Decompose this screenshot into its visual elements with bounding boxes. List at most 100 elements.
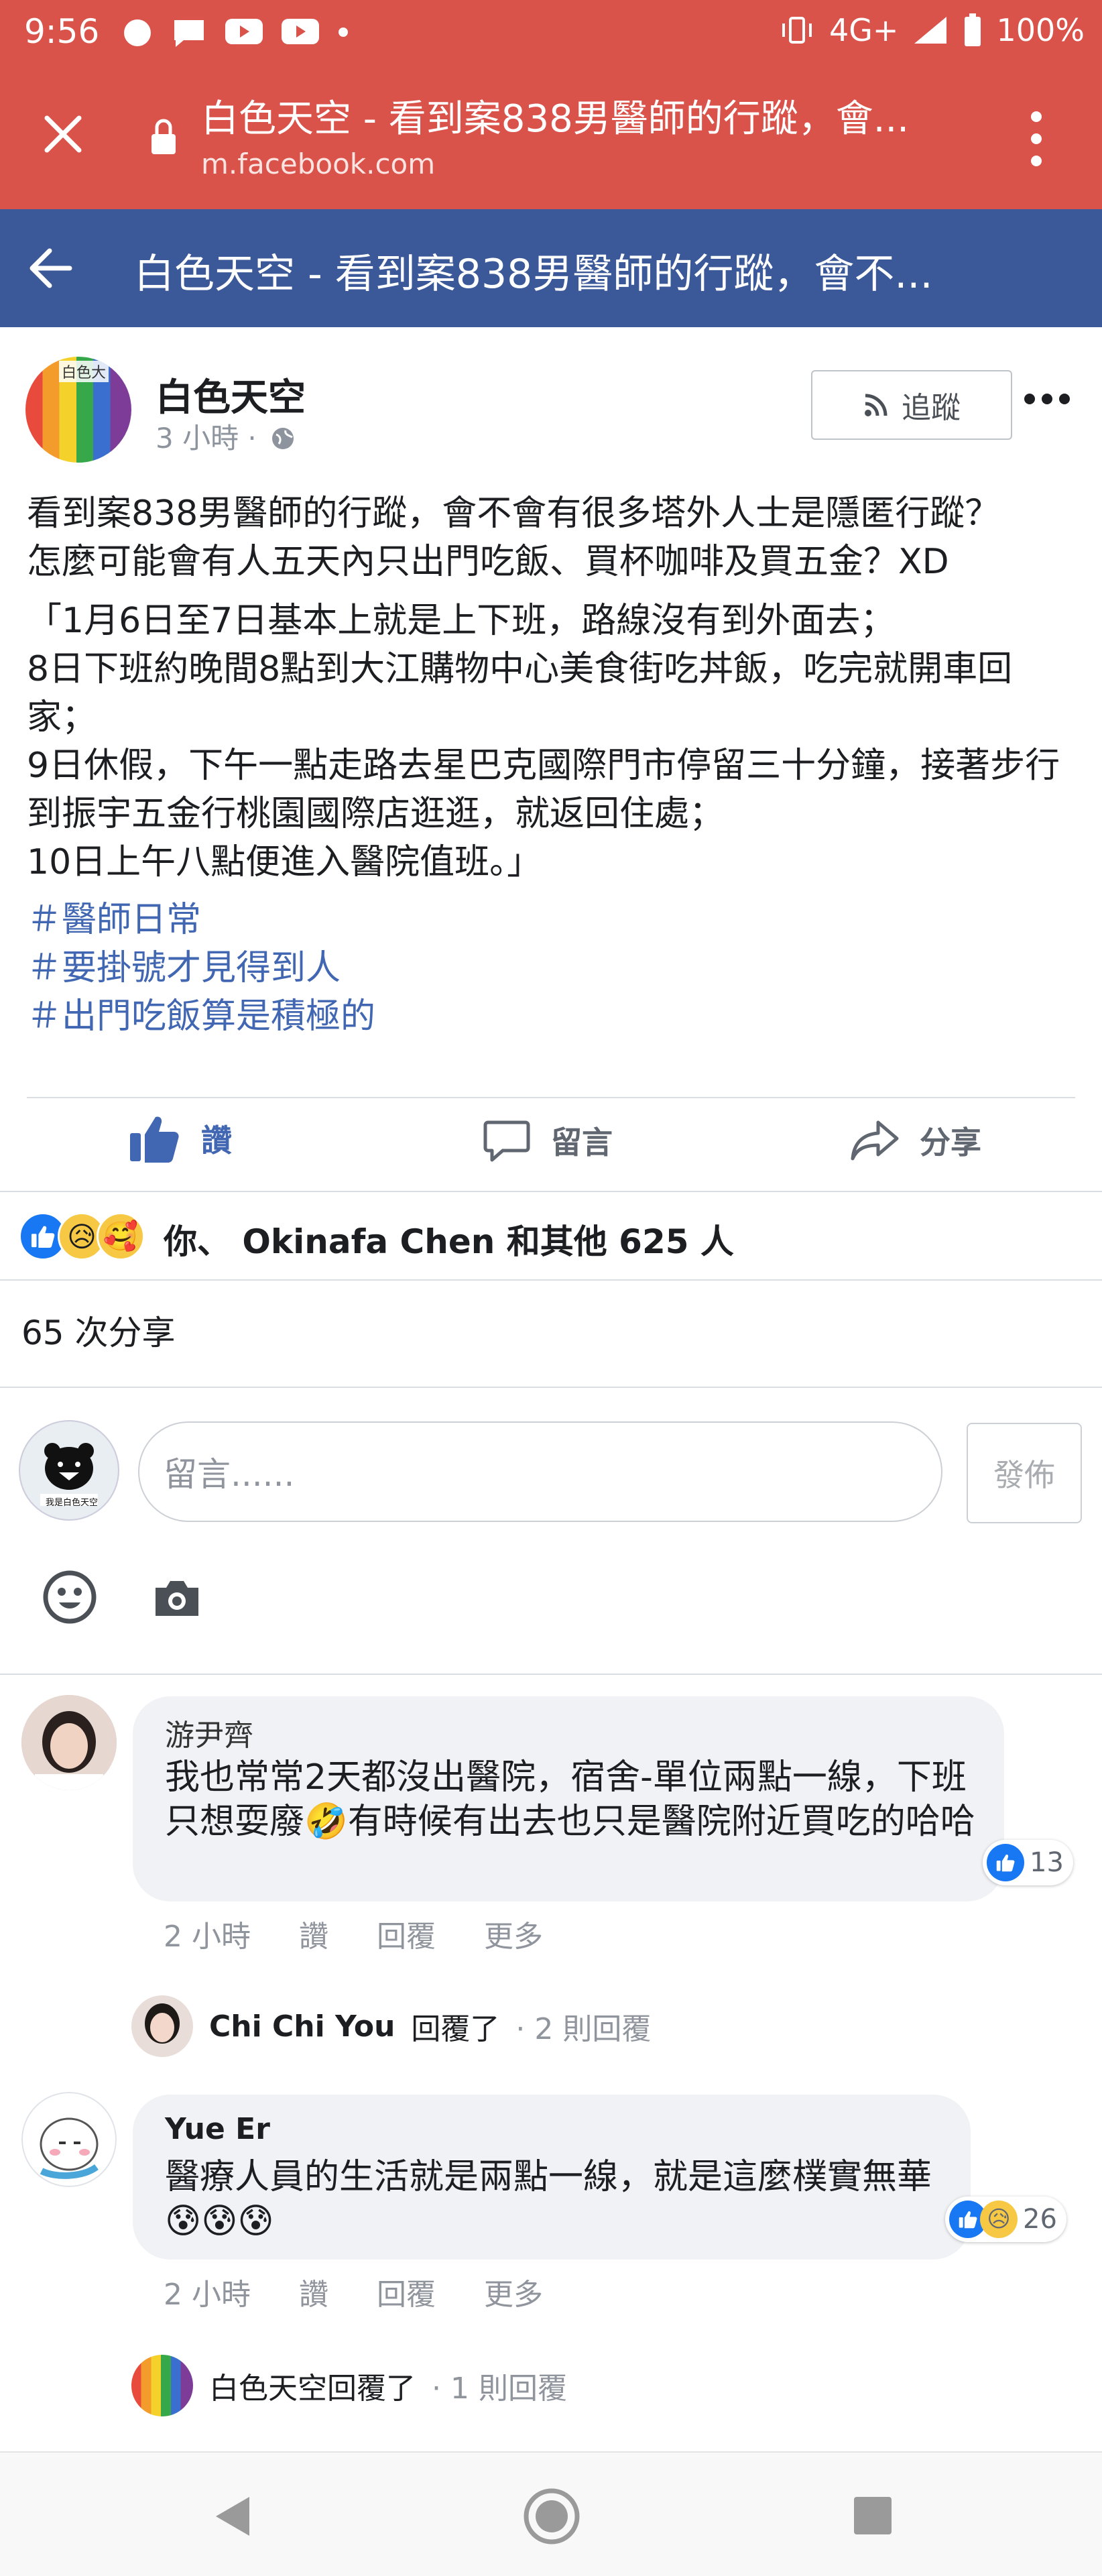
status-right: 4G+ 100% bbox=[778, 12, 1085, 48]
view-replies-row[interactable]: 白色天空回覆了 · 1 則回覆 bbox=[131, 2355, 567, 2416]
like-reaction-icon bbox=[987, 1844, 1024, 1881]
post-author-name[interactable]: 白色天空 bbox=[156, 367, 306, 422]
my-avatar-caption: 我是白色天空 bbox=[46, 1498, 99, 1508]
comment-icon bbox=[483, 1120, 530, 1162]
share-count[interactable]: 65 次分享 bbox=[21, 1306, 176, 1354]
divider bbox=[0, 1279, 1102, 1281]
browser-page-title: 白色天空 - 看到案838男醫師的行蹤，會... bbox=[201, 97, 910, 141]
browser-url[interactable]: m.facebook.com bbox=[201, 148, 435, 180]
person-photo-icon bbox=[21, 1695, 117, 1790]
share-arrow-icon bbox=[851, 1120, 899, 1161]
emoji-icon[interactable] bbox=[42, 1569, 98, 1625]
comment-reaction-count[interactable]: 13 bbox=[983, 1840, 1073, 1885]
post-quote: 「1月6日至7日基本上就是上下班，路線沒有到外面去； 8日下班約晚間8點到大江購… bbox=[27, 597, 1079, 886]
fb-header-title: 白色天空 - 看到案838男醫師的行蹤，會不... bbox=[134, 251, 933, 298]
comment-input[interactable]: 留言...... bbox=[138, 1421, 942, 1522]
share-label: 分享 bbox=[920, 1124, 981, 1161]
hashtag-list: ＃醫師日常 ＃要掛號才見得到人 ＃出門吃飯算是積極的 bbox=[27, 896, 1079, 1041]
network-type: 4G+ bbox=[829, 12, 899, 48]
reaction-count-value: 13 bbox=[1030, 1847, 1064, 1878]
camera-icon[interactable] bbox=[151, 1578, 202, 1619]
lock-icon bbox=[151, 119, 176, 154]
post-more-icon[interactable] bbox=[1023, 389, 1071, 409]
sad-reaction-icon: 😥 bbox=[980, 2201, 1018, 2238]
comment-bubble: 游尹齊 我也常常2天都沒出醫院，宿舍-單位兩點一線，下班只想耍廢🤣有時候有出去也… bbox=[133, 1696, 1004, 1901]
commenter-name[interactable]: 游尹齊 bbox=[165, 1711, 253, 1754]
cartoon-avatar-icon bbox=[21, 2092, 117, 2187]
browser-toolbar: 白色天空 - 看到案838男醫師的行蹤，會... m.facebook.com bbox=[0, 64, 1102, 209]
reply-author-name: Chi Chi You bbox=[209, 2009, 395, 2044]
post-author-avatar[interactable]: 白色大 bbox=[25, 357, 131, 463]
commenter-name[interactable]: Yue Er bbox=[165, 2112, 270, 2146]
follow-label: 追蹤 bbox=[902, 391, 961, 425]
comment-bubble: Yue Er 醫療人員的生活就是兩點一線，就是這麼樸實無華😰😰😰 bbox=[133, 2095, 971, 2260]
reaction-summary[interactable]: 你、 Okinafa Chen 和其他 625 人 bbox=[164, 1215, 734, 1263]
rss-icon bbox=[865, 394, 887, 416]
comment-text: 醫療人員的生活就是兩點一線，就是這麼樸實無華😰😰😰 bbox=[165, 2157, 932, 2241]
reply-count: · 2 則回覆 bbox=[515, 2012, 652, 2046]
browser-menu-icon[interactable] bbox=[1030, 109, 1043, 169]
post-text-line: 怎麼可能會有人五天內只出門吃飯、買杯咖啡及買五金？XD bbox=[27, 542, 949, 582]
reply-author-name: 白色天空回覆了 bbox=[209, 2372, 416, 2406]
care-reaction-icon: 🥰 bbox=[97, 1212, 145, 1261]
comment-meta: 2 小時 讚 回覆 更多 bbox=[164, 2270, 543, 2313]
comment-like-link[interactable]: 讚 bbox=[299, 2270, 328, 2313]
comment-button[interactable]: 留言 bbox=[483, 1118, 613, 1163]
reply-action: 回覆了 bbox=[411, 2012, 500, 2046]
notification-icons bbox=[121, 16, 350, 50]
comment-more-link[interactable]: 更多 bbox=[484, 1912, 543, 1955]
follow-button[interactable]: 追蹤 bbox=[811, 370, 1012, 440]
like-button[interactable]: 讚 bbox=[127, 1113, 232, 1164]
comment-meta: 2 小時 讚 回覆 更多 bbox=[164, 1912, 543, 1955]
reaction-icons[interactable]: 😥 🥰 bbox=[19, 1212, 145, 1261]
globe-icon bbox=[272, 428, 294, 449]
hashtag-link[interactable]: ＃要掛號才見得到人 bbox=[27, 944, 1079, 992]
vibrate-icon bbox=[782, 17, 812, 44]
my-avatar: 我是白色天空 bbox=[19, 1420, 119, 1521]
status-bar: 9:56 4G+ 100% bbox=[0, 0, 1102, 64]
divider bbox=[0, 1191, 1102, 1192]
hashtag-link[interactable]: ＃醫師日常 bbox=[27, 896, 1079, 944]
reaction-count-value: 26 bbox=[1023, 2204, 1057, 2235]
battery-level: 100% bbox=[996, 12, 1085, 48]
commenter-avatar[interactable] bbox=[21, 1695, 117, 1790]
nav-recents-icon[interactable] bbox=[853, 2496, 893, 2536]
more-notifications-dot-icon bbox=[339, 27, 348, 37]
avatar-tag-text: 白色大 bbox=[59, 361, 109, 382]
comment-label: 留言 bbox=[551, 1124, 613, 1161]
quote-line: 「1月6日至7日基本上就是上下班，路線沒有到外面去； bbox=[27, 601, 896, 641]
nav-back-icon[interactable] bbox=[212, 2494, 253, 2538]
youtube-notification-icon bbox=[225, 19, 263, 44]
like-label: 讚 bbox=[201, 1122, 232, 1159]
reply-author-avatar bbox=[131, 1995, 193, 2057]
divider bbox=[0, 1387, 1102, 1388]
close-icon[interactable] bbox=[42, 113, 84, 156]
nav-home-icon[interactable] bbox=[523, 2487, 580, 2545]
share-button[interactable]: 分享 bbox=[850, 1118, 981, 1163]
hashtag-link[interactable]: ＃出門吃飯算是積極的 bbox=[27, 992, 1079, 1041]
comment-reply-link[interactable]: 回覆 bbox=[377, 2270, 436, 2313]
reply-count: · 1 則回覆 bbox=[432, 2372, 567, 2406]
comment-text: 我也常常2天都沒出醫院，宿舍-單位兩點一線，下班只想耍廢🤣有時候有出去也只是醫院… bbox=[165, 1757, 975, 1842]
status-time: 9:56 bbox=[24, 12, 100, 51]
comment-like-link[interactable]: 讚 bbox=[299, 1912, 328, 1955]
divider bbox=[27, 1097, 1075, 1098]
comment-more-link[interactable]: 更多 bbox=[484, 2270, 543, 2313]
view-replies-row[interactable]: Chi Chi You 回覆了 · 2 則回覆 bbox=[131, 1995, 651, 2057]
android-nav-bar bbox=[0, 2451, 1102, 2576]
thumbs-up-icon bbox=[130, 1116, 179, 1163]
signal-icon bbox=[914, 17, 947, 44]
back-arrow-icon[interactable] bbox=[27, 240, 74, 296]
quote-line: 8日下班約晚間8點到大江購物中心美食街吃丼飯，吃完就開車回家； bbox=[27, 649, 1013, 738]
youtube-notification-icon-2 bbox=[282, 19, 319, 44]
comment-reply-link[interactable]: 回覆 bbox=[377, 1912, 436, 1955]
app-notification-icon bbox=[124, 19, 151, 46]
post-time-text: 3 小時 · bbox=[156, 422, 257, 455]
post-text-line: 看到案838男醫師的行蹤，會不會有很多塔外人士是隱匿行蹤？ bbox=[27, 493, 1000, 534]
post-comment-button[interactable]: 發佈 bbox=[967, 1423, 1082, 1523]
commenter-avatar[interactable] bbox=[21, 2092, 117, 2187]
comment-time: 2 小時 bbox=[164, 2278, 251, 2312]
quote-line: 9日休假，下午一點走路去星巴克國際門市停留三十分鐘，接著步行到振宇五金行桃園國際… bbox=[27, 746, 1060, 834]
comment-reaction-count[interactable]: 😥 26 bbox=[945, 2197, 1066, 2242]
post-body: 看到案838男醫師的行蹤，會不會有很多塔外人士是隱匿行蹤？ 怎麼可能會有人五天內… bbox=[27, 489, 1079, 1041]
